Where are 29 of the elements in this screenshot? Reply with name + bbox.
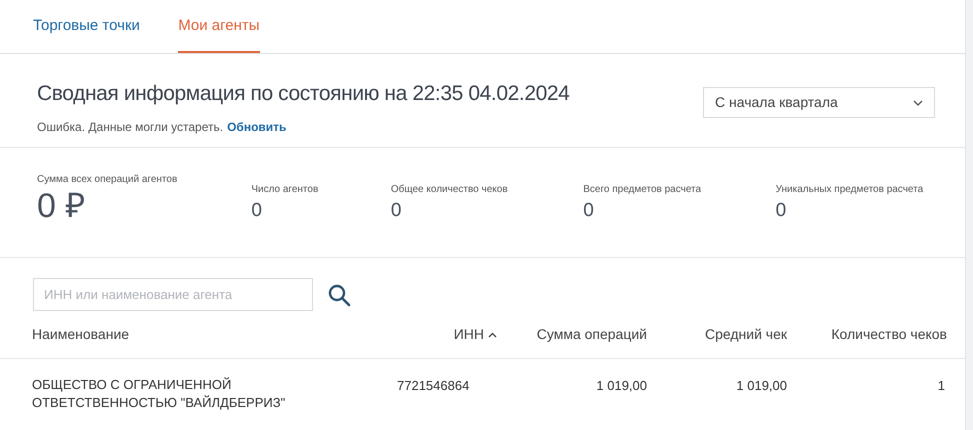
table-cell: 7721546864 (397, 378, 470, 393)
stat-label: Общее количество чеков (390, 183, 509, 197)
stat-label: Сумма всех операций агентов (37, 173, 178, 187)
tab[interactable]: Торговые точки (33, 0, 140, 53)
stat-label: Число агентов (251, 183, 320, 197)
table-cell: 1 019,00 (736, 378, 787, 393)
search-field[interactable]: ИНН или наименование агента (33, 278, 313, 311)
table-cell: 1 (938, 378, 945, 393)
stat-value: 0 (251, 199, 263, 223)
column-header[interactable]: Наименование (32, 324, 130, 345)
status-message: Ошибка. Данные могли устареть. (37, 118, 224, 136)
column-header[interactable]: Количество чеков (831, 324, 947, 345)
table-cell: 1 019,00 (596, 378, 647, 393)
stat-value: 0 (776, 199, 788, 223)
stat-value: 0 ₽ (37, 187, 86, 225)
stat-label: Уникальных предметов расчета (776, 183, 924, 197)
stat-value: 0 (390, 199, 402, 223)
chevron-down-icon (913, 100, 923, 106)
stat-value: 0 (583, 199, 595, 223)
summary-title: Сводная информация по состоянию на 22:35 04.02.2024 (37, 81, 570, 107)
column-header[interactable]: ИНН (454, 324, 484, 345)
table-cell-text: ОБЩЕСТВО С ОГРАНИЧЕННОЙ ОТВЕТСТВЕННОСТЬЮ "ВАЙЛДБЕРРИЗ" (32, 376, 286, 412)
search-icon[interactable] (327, 282, 351, 306)
stat-label: Всего предметов расчета (583, 183, 702, 197)
column-header[interactable]: Средний чек (704, 324, 787, 345)
refresh-link[interactable]: Обновить (227, 118, 286, 136)
period-select[interactable]: С начала квартала (703, 87, 935, 118)
column-header[interactable]: Сумма операций (536, 324, 647, 345)
scrollbar-track[interactable] (965, 0, 973, 430)
